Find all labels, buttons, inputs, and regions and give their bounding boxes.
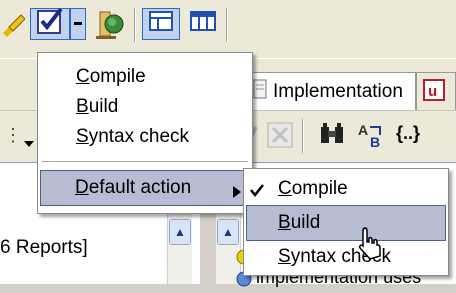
- svg-text:u: u: [428, 83, 437, 100]
- menu-item-compile-label: Compile: [76, 66, 146, 87]
- document-icon: [253, 79, 267, 105]
- scroll-up-button[interactable]: ▲: [217, 219, 239, 245]
- menu-separator: [42, 161, 248, 162]
- scroll-up-button[interactable]: ▲: [169, 219, 191, 245]
- grip-handle[interactable]: ⋮: [4, 125, 22, 146]
- menu-item-build-label: Build: [76, 96, 119, 117]
- tab-implementation[interactable]: Implementation: [244, 72, 416, 110]
- submenu-item-compile-label: Compile: [278, 178, 348, 199]
- submenu-item-syntax-check[interactable]: Syntax check: [246, 239, 446, 275]
- tab-implementation-label: Implementation: [273, 80, 403, 102]
- default-action-submenu: Compile Build Syntax check: [243, 168, 449, 276]
- submenu-arrow-icon: [233, 182, 241, 204]
- replace-icon[interactable]: AB: [356, 121, 386, 155]
- edit-pencil-icon[interactable]: [0, 8, 26, 40]
- submenu-item-build-label: Build: [278, 212, 321, 233]
- menu-item-syntax-check-label: Syntax check: [76, 126, 190, 147]
- menu-item-syntax-check[interactable]: Syntax check: [40, 119, 250, 155]
- layout-panes-button[interactable]: [142, 8, 180, 40]
- mouse-cursor-icon: [356, 226, 382, 268]
- binoculars-icon[interactable]: [318, 121, 346, 155]
- compile-dropdown-arrow[interactable]: [70, 8, 86, 40]
- columns-icon: [190, 11, 216, 37]
- compile-check-button[interactable]: [30, 7, 70, 41]
- submenu-item-compile[interactable]: Compile: [246, 171, 446, 207]
- delete-disabled-icon[interactable]: [266, 121, 294, 155]
- braces-icon[interactable]: {..}: [396, 123, 420, 144]
- menu-item-default-action[interactable]: Default action: [40, 170, 250, 206]
- unit-icon: u: [423, 79, 445, 107]
- toolbar-separator: [226, 8, 228, 42]
- toolbar-separator: [302, 119, 304, 153]
- dropdown-arrow-icon[interactable]: [24, 131, 34, 153]
- layout-panes-icon: [149, 11, 173, 37]
- left-pane-text: 6 Reports]: [0, 237, 88, 258]
- checkmark-icon: [250, 181, 264, 203]
- toolbar-separator: [134, 8, 136, 42]
- tab-unit[interactable]: u: [416, 72, 456, 110]
- main-toolbar: [0, 0, 456, 58]
- svg-text:B: B: [370, 134, 380, 149]
- menu-item-default-action-label: Default action: [75, 177, 192, 198]
- columns-button[interactable]: [184, 8, 222, 40]
- run-globe-icon[interactable]: [92, 8, 126, 40]
- submenu-item-build[interactable]: Build: [246, 205, 446, 241]
- svg-text:A: A: [358, 122, 368, 138]
- check-icon: [35, 7, 65, 41]
- compile-dropdown-menu: Compile Build Syntax check Default actio…: [37, 52, 253, 214]
